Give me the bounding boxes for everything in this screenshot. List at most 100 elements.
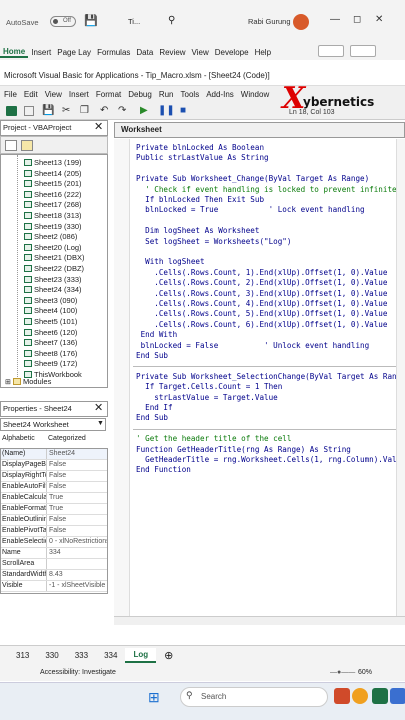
menu-run[interactable]: Run: [159, 90, 174, 99]
tab-formulas[interactable]: Formulas: [94, 48, 133, 57]
horizontal-scrollbar[interactable]: [114, 616, 405, 625]
property-row[interactable]: StandardWidth 8.43: [1, 570, 107, 581]
property-row[interactable]: EnableCalculationTrue: [1, 493, 107, 504]
menu-file[interactable]: File: [4, 90, 17, 99]
tab-data[interactable]: Data: [133, 48, 156, 57]
code-line[interactable]: Private Sub Worksheet_Change(ByVal Targe…: [136, 174, 369, 184]
code-line[interactable]: .Cells(.Rows.Count, 4).End(xlUp).Offset(…: [136, 299, 387, 309]
undo-icon[interactable]: ↶: [100, 105, 108, 116]
code-line[interactable]: Private blnLocked As Boolean: [136, 143, 264, 153]
zoom-level[interactable]: 60%: [358, 665, 372, 681]
tree-item[interactable]: Sheet15 (201): [24, 179, 82, 190]
property-row[interactable]: Visible -1 - xlSheetVisible: [1, 581, 107, 592]
property-value[interactable]: -1 - xlSheetVisible: [49, 581, 107, 591]
code-line[interactable]: .Cells(.Rows.Count, 2).End(xlUp).Offset(…: [136, 278, 387, 288]
share-button[interactable]: [350, 45, 376, 57]
menu-format[interactable]: Format: [96, 90, 121, 99]
code-line[interactable]: End With: [136, 330, 178, 340]
tree-item[interactable]: Sheet24 (334): [24, 285, 82, 296]
code-line[interactable]: .Cells(.Rows.Count, 6).End(xlUp).Offset(…: [136, 320, 387, 330]
autosave-toggle[interactable]: Off: [50, 16, 76, 27]
tree-item[interactable]: Sheet4 (100): [24, 306, 77, 317]
menu-debug[interactable]: Debug: [128, 90, 152, 99]
browser-icon[interactable]: [352, 688, 368, 704]
tab-alphabetic[interactable]: Alphabetic: [2, 435, 35, 442]
property-row[interactable]: ScrollArea: [1, 559, 107, 570]
taskbar-search[interactable]: Search: [180, 687, 328, 707]
view-object-icon[interactable]: [21, 140, 33, 151]
tab-categorized[interactable]: Categorized: [48, 435, 86, 442]
menu-edit[interactable]: Edit: [24, 90, 38, 99]
zoom-slider[interactable]: —●——: [330, 665, 355, 681]
cut-icon[interactable]: ✂: [62, 105, 70, 116]
accessibility-status[interactable]: Accessibility: Investigate: [40, 665, 116, 681]
run-icon[interactable]: ▶: [140, 105, 148, 116]
view-code-icon[interactable]: [5, 140, 17, 151]
avatar[interactable]: [293, 14, 309, 30]
code-line[interactable]: End If: [136, 403, 172, 413]
menu-window[interactable]: Window: [241, 90, 269, 99]
menu-insert[interactable]: Insert: [69, 90, 89, 99]
tree-item-modules[interactable]: ⊞ Modules: [5, 377, 51, 387]
tree-item[interactable]: Sheet14 (205): [24, 169, 82, 180]
code-line[interactable]: GetHeaderTitle = rng.Worksheet.Cells(1, …: [136, 455, 405, 465]
tab-page-layout[interactable]: Page Lay: [54, 48, 94, 57]
minimize-icon[interactable]: —: [330, 14, 340, 25]
tab-developer[interactable]: Develope: [212, 48, 252, 57]
properties-object-select[interactable]: Sheet24 Worksheet: [0, 418, 106, 431]
vertical-scrollbar[interactable]: [396, 139, 405, 616]
property-value[interactable]: False: [49, 471, 107, 481]
menu-view[interactable]: View: [45, 90, 62, 99]
tree-item[interactable]: Sheet9 (172): [24, 359, 77, 370]
sheet-tab[interactable]: 330: [37, 649, 66, 662]
tree-item[interactable]: Sheet23 (333): [24, 275, 82, 286]
property-row[interactable]: DisplayPageBreaksFalse: [1, 460, 107, 471]
excel-view-icon[interactable]: [6, 106, 17, 116]
code-line[interactable]: End Function: [136, 465, 191, 475]
tree-item[interactable]: Sheet13 (199): [24, 158, 82, 169]
copy-icon[interactable]: ❐: [80, 105, 89, 116]
code-line[interactable]: Private Sub Worksheet_SelectionChange(By…: [136, 372, 405, 382]
tab-home[interactable]: Home: [0, 47, 29, 58]
code-line[interactable]: ' Check if event handling is locked to p…: [136, 185, 405, 195]
tree-item[interactable]: Sheet16 (222): [24, 190, 82, 201]
code-line[interactable]: Set logSheet = Worksheets("Log"): [136, 237, 291, 247]
code-line[interactable]: blnLocked = False ' Unlock event handlin…: [136, 341, 370, 351]
code-line[interactable]: With logSheet: [136, 257, 204, 267]
expand-icon[interactable]: ⊞: [5, 379, 11, 386]
start-icon[interactable]: ⊞: [148, 689, 160, 706]
insert-icon[interactable]: [24, 106, 34, 116]
tab-view[interactable]: View: [189, 48, 212, 57]
property-value[interactable]: 334: [49, 548, 107, 558]
property-value[interactable]: False: [49, 526, 107, 536]
sheet-tab[interactable]: 334: [96, 649, 125, 662]
sheet-tab[interactable]: 313: [8, 649, 37, 662]
tree-item[interactable]: Sheet17 (268): [24, 200, 82, 211]
save-icon[interactable]: 💾: [42, 105, 54, 116]
code-line[interactable]: blnLocked = True ' Lock event handling: [136, 205, 364, 215]
code-editor[interactable]: Private blnLocked As Boolean Public strLa…: [114, 139, 405, 616]
menu-tools[interactable]: Tools: [181, 90, 200, 99]
tree-item[interactable]: Sheet18 (313): [24, 211, 82, 222]
property-row[interactable]: EnableOutlining False: [1, 515, 107, 526]
pause-icon[interactable]: ❚❚: [158, 105, 175, 116]
property-row[interactable]: EnableFormatConditionsTrue: [1, 504, 107, 515]
code-line[interactable]: If Target.Cells.Count = 1 Then: [136, 382, 282, 392]
menu-addins[interactable]: Add-Ins: [206, 90, 234, 99]
tree-item[interactable]: Sheet20 (Log): [24, 243, 82, 254]
property-value[interactable]: 0 - xlNoRestrictions: [49, 537, 107, 547]
reset-icon[interactable]: ■: [180, 105, 186, 116]
tree-item[interactable]: Sheet2 (086): [24, 232, 77, 243]
tree-item[interactable]: Sheet3 (090): [24, 296, 77, 307]
code-line[interactable]: Public strLastValue As String: [136, 153, 269, 163]
tree-item[interactable]: Sheet8 (176): [24, 349, 77, 360]
code-line[interactable]: If blnLocked Then Exit Sub: [136, 195, 264, 205]
code-line[interactable]: .Cells(.Rows.Count, 3).End(xlUp).Offset(…: [136, 289, 387, 299]
excel-icon[interactable]: [372, 688, 388, 704]
close-icon[interactable]: ✕: [375, 14, 383, 25]
tree-item[interactable]: Sheet22 (DBZ): [24, 264, 84, 275]
add-sheet-icon[interactable]: ⊕: [156, 647, 181, 664]
code-line[interactable]: Dim logSheet As Worksheet: [136, 226, 259, 236]
redo-icon[interactable]: ↷: [118, 105, 126, 116]
tree-item[interactable]: Sheet7 (136): [24, 338, 77, 349]
